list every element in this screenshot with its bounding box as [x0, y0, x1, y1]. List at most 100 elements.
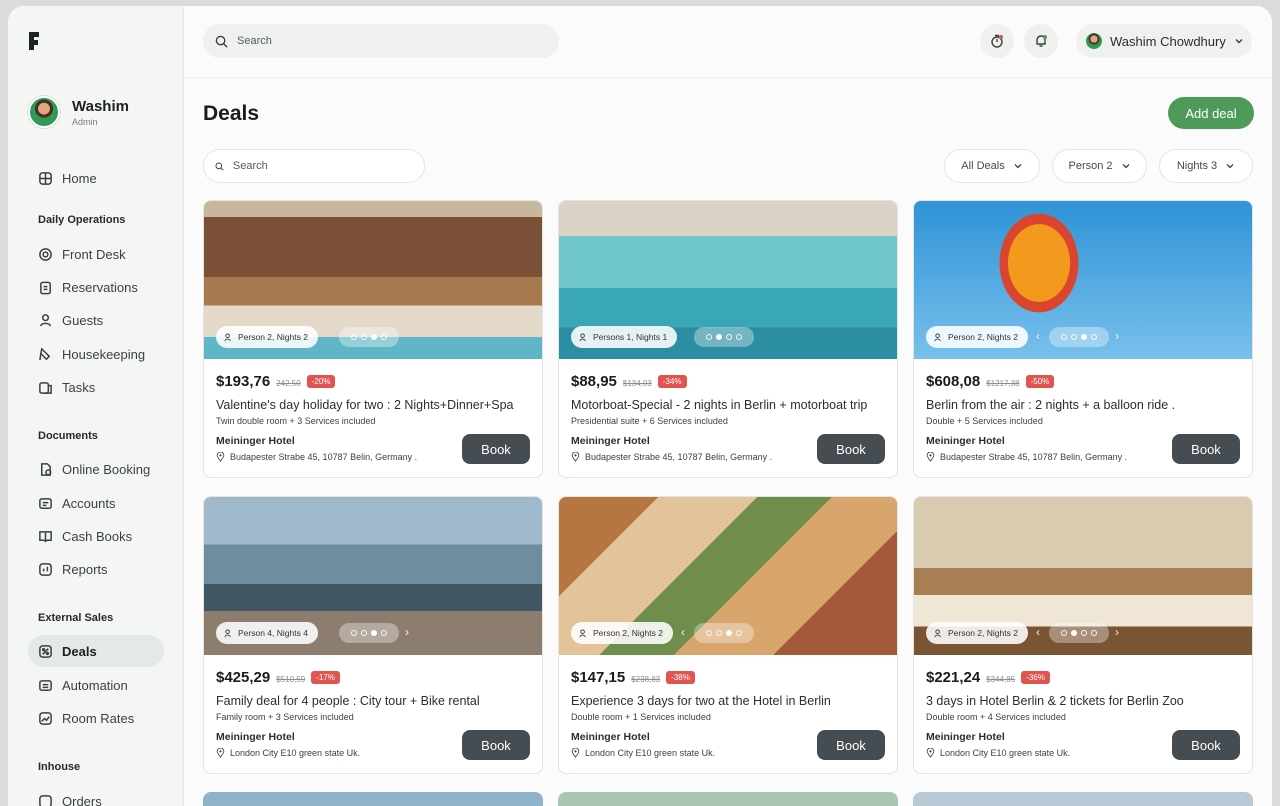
location-pin-icon: [571, 452, 580, 462]
reports-icon: [38, 562, 53, 577]
old-price: $134,03: [623, 379, 652, 388]
section-external-sales: External Sales: [38, 612, 113, 624]
sidebar-item-guests[interactable]: Guests: [28, 304, 164, 336]
timer-button[interactable]: [980, 24, 1014, 58]
sidebar-item-home[interactable]: Home: [28, 162, 164, 194]
global-search[interactable]: [203, 24, 559, 58]
carousel-next-icon[interactable]: ›: [1115, 329, 1119, 343]
deal-card[interactable]: Persons 1, Nights 1 $88,95 $134,03 -34% …: [558, 200, 898, 478]
profile-role: Admin: [72, 117, 129, 127]
badge-text: Person 2, Nights 2: [948, 332, 1018, 342]
sidebar-item-accounts[interactable]: Accounts: [28, 487, 164, 519]
deal-card-partial[interactable]: [203, 792, 543, 806]
sidebar-item-deals[interactable]: Deals: [28, 635, 164, 667]
carousel-next-icon[interactable]: ›: [405, 625, 409, 639]
global-search-input[interactable]: [237, 35, 517, 47]
deal-subtitle: Double + 5 Services included: [926, 416, 1043, 426]
price: $88,95: [571, 373, 617, 390]
timer-icon: [990, 34, 1004, 48]
location-pin-icon: [216, 748, 225, 758]
chevron-down-icon: [1013, 161, 1023, 171]
deal-card[interactable]: Person 2, Nights 2 ‹ › $608,08 $1217,38 …: [913, 200, 1253, 478]
price: $193,76: [216, 373, 270, 390]
page-title: Deals: [203, 102, 259, 126]
sidebar-item-label: Housekeeping: [62, 347, 145, 362]
deal-title: Family deal for 4 people : City tour + B…: [216, 694, 480, 708]
person-nights-badge: Person 2, Nights 2: [571, 622, 673, 644]
carousel-next-icon[interactable]: ›: [1115, 625, 1119, 639]
image-carousel-dots[interactable]: [1049, 623, 1109, 643]
person-nights-badge: Person 2, Nights 2: [926, 622, 1028, 644]
profile[interactable]: Washim Admin: [28, 96, 129, 128]
sidebar-item-label: Automation: [62, 678, 128, 693]
carousel-prev-icon[interactable]: ‹: [1036, 329, 1040, 343]
image-carousel-dots[interactable]: [339, 623, 399, 643]
deals-search[interactable]: [203, 149, 425, 183]
price-row: $193,76 242,50 -20%: [216, 373, 335, 390]
chart-line-icon: [38, 711, 53, 726]
image-carousel-dots[interactable]: [1049, 327, 1109, 347]
filter-nights[interactable]: Nights 3: [1159, 149, 1253, 183]
sidebar-item-automation[interactable]: Automation: [28, 669, 164, 701]
book-button[interactable]: Book: [1172, 434, 1240, 464]
deal-card[interactable]: Person 2, Nights 2 ‹ › $221,24 $344,85 -…: [913, 496, 1253, 774]
sidebar-item-orders[interactable]: Orders: [28, 785, 164, 806]
hotel-name: Meininger Hotel: [926, 435, 1005, 447]
deal-card-partial[interactable]: [558, 792, 898, 806]
sidebar-item-label: Accounts: [62, 496, 115, 511]
document-icon: [38, 462, 53, 477]
deal-title: Valentine's day holiday for two : 2 Nigh…: [216, 398, 513, 412]
discount-badge: -36%: [1021, 671, 1050, 684]
carousel-prev-icon[interactable]: ‹: [1036, 625, 1040, 639]
deal-card[interactable]: Person 4, Nights 4 › $425,29 $510,59 -17…: [203, 496, 543, 774]
price: $608,08: [926, 373, 980, 390]
sidebar-item-label: Reports: [62, 562, 108, 577]
sidebar-item-reservations[interactable]: Reservations: [28, 271, 164, 303]
sidebar-item-room-rates[interactable]: Room Rates: [28, 702, 164, 734]
deal-card-partial[interactable]: [913, 792, 1253, 806]
image-carousel-dots[interactable]: [694, 623, 754, 643]
image-carousel-dots[interactable]: [694, 327, 754, 347]
deal-subtitle: Double room + 4 Services included: [926, 712, 1066, 722]
badge-text: Person 2, Nights 2: [593, 628, 663, 638]
user-menu[interactable]: Washim Chowdhury: [1076, 24, 1252, 58]
price: $147,15: [571, 669, 625, 686]
filter-label: Person 2: [1068, 160, 1112, 172]
deal-card[interactable]: Person 2, Nights 2 ‹ $147,15 $238,83 -38…: [558, 496, 898, 774]
filter-all-deals[interactable]: All Deals: [944, 149, 1040, 183]
brush-icon: [38, 347, 53, 362]
book-button[interactable]: Book: [817, 434, 885, 464]
book-button[interactable]: Book: [1172, 730, 1240, 760]
notifications-button[interactable]: [1024, 24, 1058, 58]
filter-label: All Deals: [961, 160, 1004, 172]
tasks-icon: [38, 380, 53, 395]
deal-title: Berlin from the air : 2 nights + a ballo…: [926, 398, 1175, 412]
book-button[interactable]: Book: [817, 730, 885, 760]
deal-title: Motorboat-Special - 2 nights in Berlin +…: [571, 398, 867, 412]
app-logo[interactable]: [26, 30, 42, 52]
filter-person[interactable]: Person 2: [1052, 149, 1147, 183]
chevron-down-icon: [1225, 161, 1235, 171]
automation-icon: [38, 678, 53, 693]
hotel-name: Meininger Hotel: [926, 731, 1005, 743]
sidebar-item-reports[interactable]: Reports: [28, 553, 164, 585]
add-deal-button[interactable]: Add deal: [1168, 97, 1254, 129]
sidebar-item-tasks[interactable]: Tasks: [28, 371, 164, 403]
sidebar-item-housekeeping[interactable]: Housekeeping: [28, 338, 164, 370]
accounts-icon: [38, 496, 53, 511]
deals-search-input[interactable]: [233, 160, 424, 172]
sidebar-item-cash-books[interactable]: Cash Books: [28, 520, 164, 552]
book-button[interactable]: Book: [462, 730, 530, 760]
location-pin-icon: [926, 748, 935, 758]
user-icon: [38, 313, 53, 328]
image-carousel-dots[interactable]: [339, 327, 399, 347]
users-icon: [224, 333, 233, 342]
carousel-prev-icon[interactable]: ‹: [681, 625, 685, 639]
sidebar-item-label: Deals: [62, 644, 97, 659]
discount-badge: -34%: [658, 375, 687, 388]
deal-card[interactable]: Person 2, Nights 2 $193,76 242,50 -20% V…: [203, 200, 543, 478]
discount-badge: -17%: [311, 671, 340, 684]
sidebar-item-online-booking[interactable]: Online Booking: [28, 453, 164, 485]
book-button[interactable]: Book: [462, 434, 530, 464]
sidebar-item-front-desk[interactable]: Front Desk: [28, 238, 164, 270]
